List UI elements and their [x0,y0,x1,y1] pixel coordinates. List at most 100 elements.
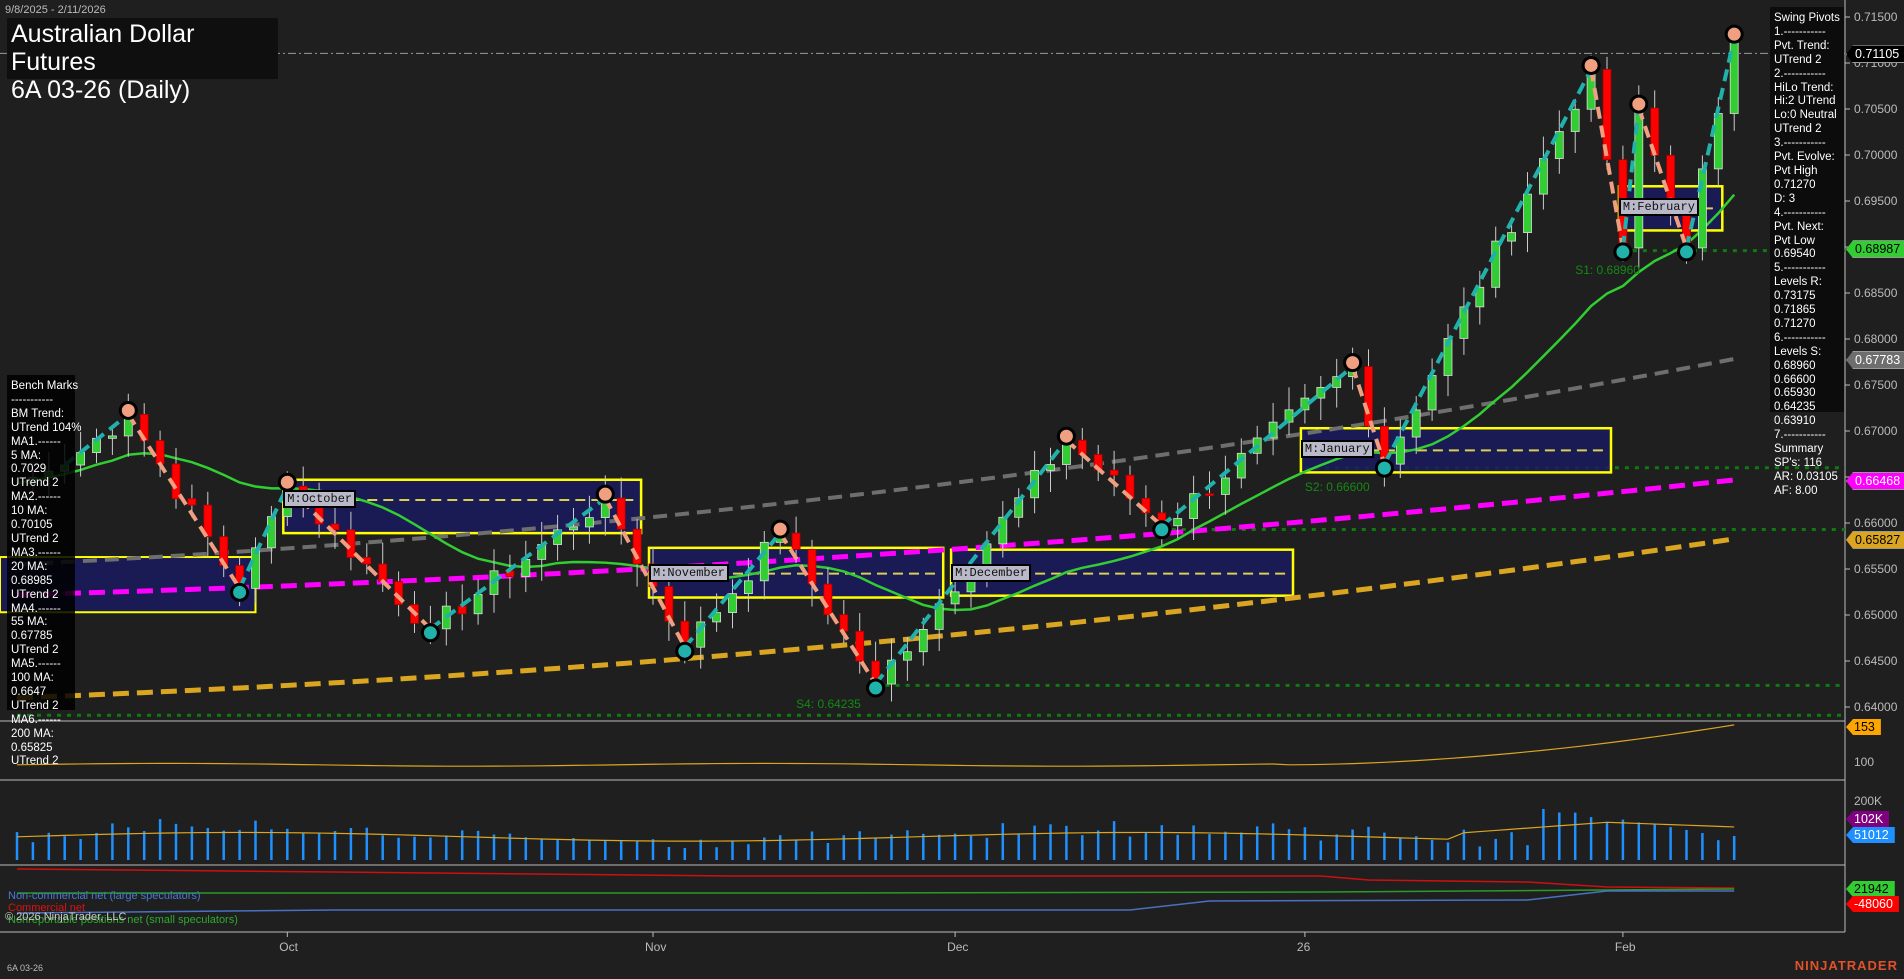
price-tag: 0.68987 [1846,240,1904,259]
candle-down [187,498,197,506]
candle-up [585,517,594,528]
nonreportable-net-line [17,888,1735,894]
symbol-footer: 6A 03-26 [7,963,44,973]
candle-up [1173,518,1183,527]
price-tick-label: 0.71500 [1854,10,1898,24]
swing-panel-line: 0.73175 [1774,290,1816,303]
volume-tag: 102K [1846,811,1890,827]
price-tick-label: 0.66000 [1854,516,1898,530]
candle-up [1570,108,1580,132]
swing-panel-line: Levels S: [1774,345,1822,358]
price-tick-label: 0.69500 [1854,194,1898,208]
bench-panel-line: 0.6647 [11,685,47,698]
candle-up [759,541,769,582]
swing-panel-line: Lo:0 Neutral [1774,109,1837,122]
bench-panel-line: 0.70105 [11,519,53,532]
bench-panel-line: 100 MA: [11,672,54,685]
candle-down [839,614,849,632]
candle-down [346,529,356,558]
pivot-high-marker [1724,24,1744,44]
bench-panel-line: 0.65825 [11,741,53,754]
swing-panel-line: 0.68960 [1774,359,1816,372]
bench-panel-line: UTrend 2 [11,532,59,545]
candle-down [855,630,865,662]
swing-panel-line: Hi:2 UTrend [1774,95,1836,108]
candle-up [473,594,483,615]
candle-up [1427,375,1437,411]
bench-panel-line: 0.68985 [11,574,53,587]
price-tick-label: 0.64000 [1854,700,1898,714]
candle-up [1539,158,1548,195]
candle-up [569,526,578,531]
pivot-high-marker [277,472,297,492]
time-axis-label: 26 [1296,940,1311,954]
bench-panel-line: 10 MA: [11,505,48,518]
swing-panel-line: 2.----------- [1774,67,1826,80]
candle-up [1507,232,1516,242]
bench-panel-line: UTrend 2 [11,644,59,657]
price-tick-label: 0.67500 [1854,378,1898,392]
swing-panel-line: 1.----------- [1774,25,1826,38]
bench-panel-line: UTrend 2 [11,588,59,601]
candle-up [251,547,260,589]
swing-panel-line: Swing Pivots [1774,12,1840,24]
bench-panel-line: BM Trend: [11,407,65,420]
swing-panel-line: 0.63910 [1774,415,1816,428]
swing-panel-line: Pvt. Trend: [1774,39,1830,52]
candle-down [1364,366,1373,427]
pivot-high-marker [118,400,138,420]
swing-panel-line: Pvt. Next: [1774,220,1824,233]
swing-panel-line: 7.----------- [1774,429,1826,442]
time-axis-label: Oct [279,940,298,954]
pivot-low-marker [1613,242,1633,262]
pivot-low-marker [1374,458,1394,478]
price-tick-label: 0.68000 [1854,332,1898,346]
swing-panel-line: 4.----------- [1774,206,1826,219]
month-box-label: M:November [649,563,730,582]
candle-down [807,549,817,585]
bench-panel-line: MA3.------ [11,546,61,559]
price-tick-label: 0.65000 [1854,608,1898,622]
bench-panel-line: 0.67785 [11,630,53,643]
candle-down [155,440,165,465]
candle-up [1729,37,1739,114]
bench-panel-line: Bench Marks [11,380,79,392]
bench-panel-line: UTrend 104% [11,421,82,434]
candle-up [108,435,117,439]
swing-panel-line: Levels R: [1774,276,1822,289]
pivot-low-marker [1677,242,1696,262]
bench-panel-line: ----------- [11,393,54,406]
swing-panel-line: Pvt. Evolve: [1774,151,1835,164]
candle-up [918,629,928,653]
pivot-low-marker [866,678,886,698]
bench-panel-line: MA5.------ [11,658,61,671]
bench-panel-line: 200 MA: [11,727,54,740]
price-tick-label: 0.65500 [1854,562,1898,576]
price-tag: 0.65827 [1846,530,1904,549]
time-axis-label: Dec [947,940,969,954]
swing-panel-line: 0.65930 [1774,387,1816,400]
swing-panel-line: UTrend 2 [1774,53,1822,66]
instrument-name: Australian Dollar Futures [11,20,195,76]
candle-up [1491,240,1501,288]
swing-pivots-panel: Swing Pivots 1.----------- Pvt. Trend: UTre… [1770,7,1844,497]
bench-marks-panel: Bench Marks ----------- BM Trend: UTrend 10… [7,375,82,767]
pivot-high-marker [770,519,790,539]
swing-panel-line: 0.71865 [1774,304,1816,317]
month-box-label: M:December [951,563,1032,582]
swing-panel-line: 5.----------- [1774,262,1826,275]
instrument-contract: 6A 03-26 (Daily) [11,76,191,104]
swing-panel-line: Summary [1774,443,1824,456]
price-tick-label: 0.70000 [1854,148,1898,162]
swing-panel-line: SP's: 116 [1774,457,1823,469]
candle-up [1046,464,1055,471]
swing-panel-line: 0.64235 [1774,401,1816,414]
month-box-label: M:October [283,490,357,508]
pivot-high-marker [1343,353,1363,373]
month-box-label: M:January [1300,440,1374,459]
pivot-high-marker [1629,94,1649,114]
cot-tag: -48060 [1846,896,1899,912]
swing-panel-line: 0.69540 [1774,248,1816,261]
price-tick-label: 0.68500 [1854,286,1898,300]
candle-down [1205,493,1214,497]
